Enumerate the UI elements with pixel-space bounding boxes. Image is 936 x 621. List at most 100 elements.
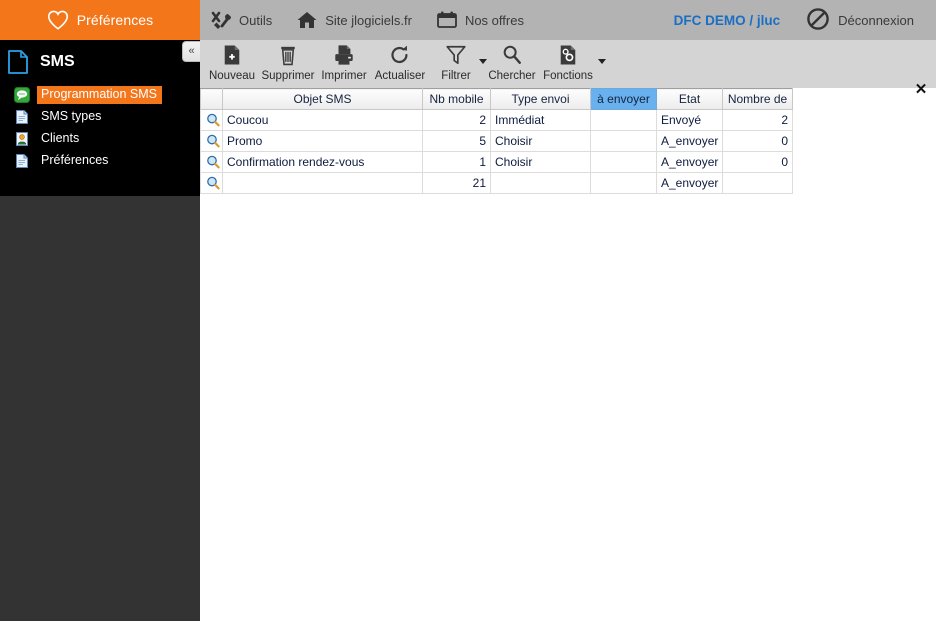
cell-type-envoi: Choisir	[490, 151, 591, 173]
cell-type-envoi: Immédiat	[490, 109, 591, 131]
search-button[interactable]: Chercher	[484, 40, 540, 88]
sidebar-item-sms-types[interactable]: SMS types	[14, 106, 200, 128]
ribbon-button-group: Nouveau Supprimer Imprimer Actualiser Fi…	[200, 40, 936, 88]
row-open-icon[interactable]	[200, 151, 223, 173]
top-item-nos-offres[interactable]: Nos offres	[426, 0, 538, 40]
no-entry-icon	[806, 7, 830, 34]
sidebar-item-preferences[interactable]: Préférences	[14, 150, 200, 172]
magnifier-icon	[499, 43, 525, 67]
row-open-icon[interactable]	[200, 109, 223, 131]
row-open-icon[interactable]	[200, 172, 223, 194]
cell-objet-sms: Meilleurs voeux 2016	[222, 172, 423, 194]
folder-icon	[6, 48, 30, 76]
column-header-a-envoyer[interactable]: à envoyer	[590, 88, 657, 110]
top-right-group: DFC DEMO / jluc Déconnexion	[674, 0, 936, 40]
cell-a-envoyer	[590, 172, 657, 194]
table-row-selected[interactable]: Meilleurs voeux 2016 21 Choisir A_envoye…	[200, 172, 793, 194]
tools-icon	[210, 9, 232, 31]
cell-etat: A_envoyer	[656, 172, 723, 194]
cell-a-envoyer	[590, 151, 657, 173]
magnifier-row-icon	[206, 134, 220, 148]
column-header-etat[interactable]: Etat	[656, 88, 723, 110]
logout-button[interactable]: Déconnexion	[806, 7, 936, 34]
home-icon	[296, 9, 318, 31]
cell-nb-mobile: 1	[422, 151, 491, 173]
ribbon-button-label: Supprimer	[261, 70, 315, 82]
document-icon	[14, 153, 30, 169]
top-item-label: Outils	[239, 12, 273, 28]
print-button[interactable]: Imprimer	[316, 40, 372, 88]
calendar-icon	[436, 9, 458, 31]
document-icon	[14, 109, 30, 125]
cell-etat: A_envoyer	[656, 151, 723, 173]
close-icon[interactable]: ✕	[911, 79, 931, 99]
cell-a-envoyer	[590, 109, 657, 131]
column-header-nombre-de[interactable]: Nombre de	[722, 88, 793, 110]
cell-objet-sms: Confirmation rendez-vous	[222, 151, 423, 173]
top-item-label: Nos offres	[464, 12, 524, 28]
sidebar-item-label: Programmation SMS	[37, 86, 162, 104]
sidebar-item-programmation-sms[interactable]: Programmation SMS	[14, 84, 200, 106]
refresh-icon	[387, 43, 413, 67]
sidebar-item-clients[interactable]: Clients	[14, 128, 200, 150]
sidebar-menu: SMS Programmation SMS SMS types Clients …	[0, 40, 200, 196]
table-row[interactable]: Coucou 2 Immédiat Envoyé 2	[200, 109, 793, 131]
ribbon-button-label: Filtrer	[441, 70, 471, 82]
sidebar: Préférences SMS Programmation SMS SMS ty…	[0, 0, 200, 621]
sidebar-collapse-button[interactable]: «	[182, 41, 200, 62]
ribbon-button-label: Actualiser	[374, 70, 426, 82]
cell-nombre-de: 0	[722, 130, 793, 152]
sidebar-item-label: SMS types	[41, 109, 102, 123]
new-button[interactable]: Nouveau	[204, 40, 260, 88]
refresh-button[interactable]: Actualiser	[372, 40, 428, 88]
top-navigation-bar: Outils Site jlogiciels.fr Nos offres DFC…	[200, 0, 936, 40]
cell-etat: A_envoyer	[656, 130, 723, 152]
magnifier-row-icon	[206, 113, 220, 127]
trash-icon	[275, 43, 301, 67]
table-row[interactable]: Confirmation rendez-vous 1 Choisir A_env…	[200, 151, 793, 173]
table-row[interactable]: Promo 5 Choisir A_envoyer 0	[200, 130, 793, 152]
chevron-down-icon[interactable]	[598, 59, 606, 64]
column-header-objet-sms[interactable]: Objet SMS	[222, 88, 423, 110]
cell-nombre-de: 0	[722, 172, 793, 194]
delete-button[interactable]: Supprimer	[260, 40, 316, 88]
magnifier-row-icon	[206, 176, 220, 190]
cell-nb-mobile: 21	[422, 172, 491, 194]
sms-programmation-table: Objet SMS Nb mobile Type envoi à envoyer…	[200, 88, 793, 194]
column-header-nb-mobile[interactable]: Nb mobile	[422, 88, 491, 110]
row-open-icon[interactable]	[200, 130, 223, 152]
top-item-site-jlogiciels[interactable]: Site jlogiciels.fr	[286, 0, 426, 40]
brand-bar[interactable]: Préférences	[0, 0, 200, 40]
user-card-icon	[14, 131, 30, 147]
application-window: Préférences SMS Programmation SMS SMS ty…	[0, 0, 936, 621]
magnifier-row-icon	[206, 155, 220, 169]
sidebar-item-label: Clients	[41, 131, 80, 145]
cell-nb-mobile: 2	[422, 109, 491, 131]
cell-type-envoi: Choisir	[490, 130, 591, 152]
cell-nombre-de: 0	[722, 151, 793, 173]
gear-document-icon	[555, 43, 581, 67]
logout-label: Déconnexion	[838, 12, 914, 28]
cell-nombre-de: 2	[722, 109, 793, 131]
user-account-label[interactable]: DFC DEMO / jluc	[674, 13, 807, 28]
ribbon-button-label: Fonctions	[543, 70, 593, 82]
heart-icon	[47, 10, 69, 30]
ribbon-toolbar: Nouveau Supprimer Imprimer Actualiser Fi…	[200, 40, 936, 98]
ribbon-button-label: Nouveau	[208, 70, 256, 82]
funnel-icon	[443, 43, 469, 67]
table-header-row: Objet SMS Nb mobile Type envoi à envoyer…	[200, 88, 793, 110]
column-header-type-envoi[interactable]: Type envoi	[490, 88, 591, 110]
top-item-label: Site jlogiciels.fr	[325, 12, 412, 28]
brand-label: Préférences	[76, 12, 154, 28]
sidebar-section-header: SMS	[0, 40, 200, 84]
functions-button[interactable]: Fonctions	[540, 40, 606, 88]
printer-icon	[331, 43, 357, 67]
sidebar-item-label: Préférences	[41, 153, 109, 167]
sidebar-section-title: SMS	[40, 53, 75, 70]
top-item-outils[interactable]: Outils	[200, 0, 286, 40]
cell-objet-sms: Coucou	[222, 109, 423, 131]
content-area: Objet SMS Nb mobile Type envoi à envoyer…	[200, 88, 936, 621]
cell-a-envoyer	[590, 130, 657, 152]
column-header-icon[interactable]	[200, 88, 223, 110]
filter-button[interactable]: Filtrer	[428, 40, 487, 88]
